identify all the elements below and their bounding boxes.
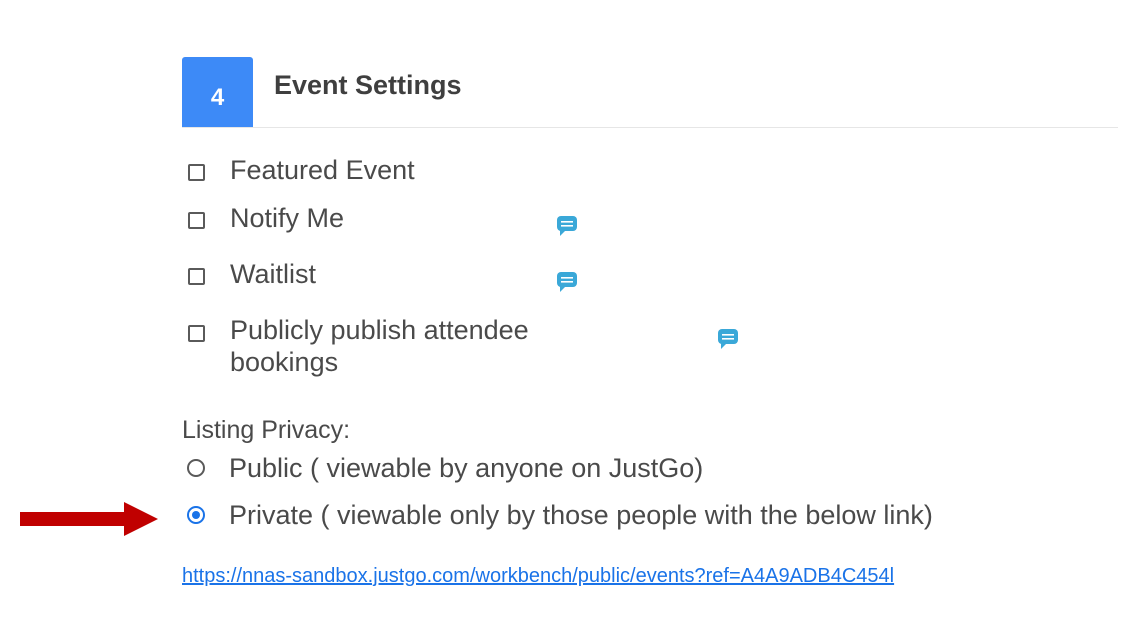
- event-settings-panel: 4 Event Settings Featured Event Notify M…: [0, 0, 1118, 634]
- header-divider: [182, 127, 1118, 128]
- public-radio-label: Public ( viewable by anyone on JustGo): [229, 453, 704, 483]
- featured-event-label: Featured Event: [230, 155, 415, 185]
- publish-attendee-bookings-label-line1: Publicly publish attendee: [230, 315, 529, 345]
- publish-attendee-bookings-label-line2: bookings: [230, 347, 339, 377]
- public-radio[interactable]: [187, 459, 205, 477]
- listing-privacy-label: Listing Privacy:: [182, 416, 351, 444]
- panel-edge: [1118, 0, 1137, 634]
- section-title: Event Settings: [274, 70, 462, 100]
- notify-me-label: Notify Me: [230, 203, 345, 233]
- private-event-link[interactable]: https://nnas-sandbox.justgo.com/workbenc…: [182, 565, 1118, 588]
- featured-event-checkbox[interactable]: [188, 164, 205, 181]
- step-number: 4: [210, 84, 225, 111]
- red-arrow-icon: [20, 502, 158, 536]
- private-radio[interactable]: [187, 506, 205, 524]
- waitlist-label: Waitlist: [230, 259, 316, 289]
- notify-me-chat-bubble-icon[interactable]: [556, 215, 578, 237]
- publish-attendee-bookings-checkbox[interactable]: [188, 325, 205, 342]
- waitlist-chat-bubble-icon[interactable]: [556, 271, 578, 293]
- step-number-badge: 4: [182, 57, 253, 127]
- private-radio-label: Private ( viewable only by those people …: [229, 500, 933, 530]
- waitlist-checkbox[interactable]: [188, 268, 205, 285]
- publish-bookings-chat-bubble-icon[interactable]: [717, 328, 739, 350]
- notify-me-checkbox[interactable]: [188, 212, 205, 229]
